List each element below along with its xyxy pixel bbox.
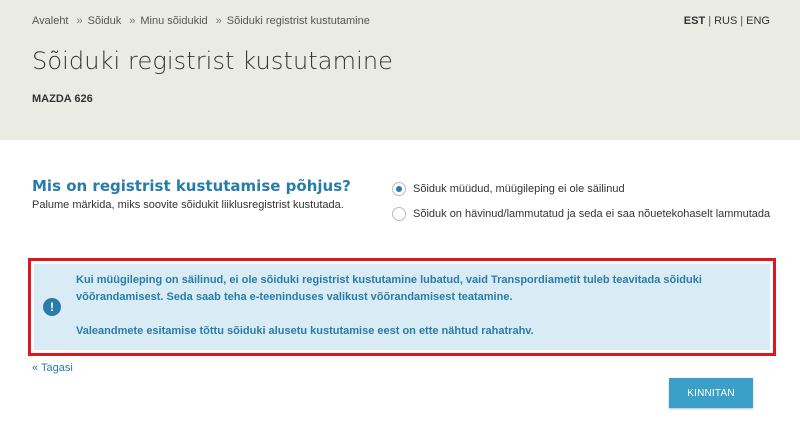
breadcrumb: Avaleht » Sõiduk » Minu sõidukid » Sõidu…	[32, 15, 370, 27]
reason-options: Sõiduk müüdud, müügileping ei ole säilin…	[392, 178, 772, 225]
alert-text: Kui müügileping on säilinud, ei ole sõid…	[76, 272, 756, 340]
confirm-button[interactable]: KINNITAN	[669, 378, 753, 408]
alert-paragraph: Valeandmete esitamise tõttu sõiduki alus…	[76, 325, 534, 337]
breadcrumb-separator: »	[76, 15, 83, 27]
reason-question: Mis on registrist kustutamise põhjus?	[32, 177, 351, 195]
vehicle-name: MAZDA 626	[32, 93, 93, 105]
alert-paragraph: Kui müügileping on säilinud, ei ole sõid…	[76, 274, 702, 303]
reason-option-sold[interactable]: Sõiduk müüdud, müügileping ei ole säilin…	[392, 178, 772, 200]
exclamation-icon: !	[43, 298, 61, 316]
language-est[interactable]: EST	[684, 15, 705, 27]
reason-option-label: Sõiduk müüdud, müügileping ei ole säilin…	[413, 183, 625, 195]
language-eng[interactable]: ENG	[746, 15, 770, 27]
radio-button-selected[interactable]	[392, 182, 406, 196]
language-switcher: EST | RUS | ENG	[684, 15, 770, 27]
breadcrumb-vehicle[interactable]: Sõiduk	[88, 15, 122, 27]
page-title: Sõiduki registrist kustutamine	[32, 47, 394, 75]
language-rus[interactable]: RUS	[714, 15, 737, 27]
breadcrumb-my-vehicles[interactable]: Minu sõidukid	[140, 15, 207, 27]
back-link[interactable]: « Tagasi	[32, 362, 73, 374]
language-separator: |	[740, 15, 744, 27]
language-separator: |	[708, 15, 712, 27]
radio-button[interactable]	[392, 207, 406, 221]
breadcrumb-home[interactable]: Avaleht	[32, 15, 69, 27]
breadcrumb-separator: »	[215, 15, 222, 27]
breadcrumb-separator: »	[129, 15, 136, 27]
reason-help-text: Palume märkida, miks soovite sõidukit li…	[32, 199, 344, 211]
reason-option-destroyed[interactable]: Sõiduk on hävinud/lammutatud ja seda ei …	[392, 203, 772, 225]
reason-option-label: Sõiduk on hävinud/lammutatud ja seda ei …	[413, 208, 771, 220]
breadcrumb-current: Sõiduki registrist kustutamine	[226, 15, 370, 27]
page-header: Avaleht » Sõiduk » Minu sõidukid » Sõidu…	[0, 0, 800, 140]
